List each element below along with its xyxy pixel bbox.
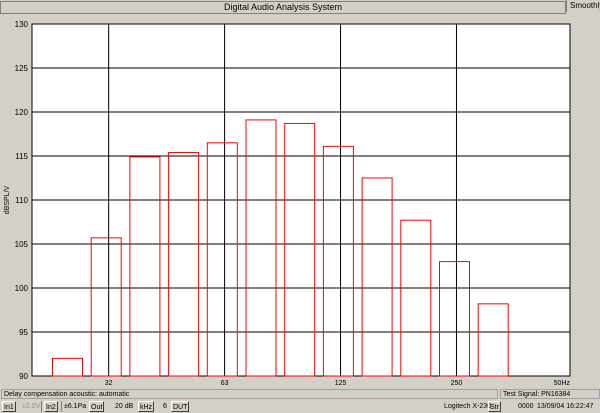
input1-level: ±2.0V: [22, 403, 41, 410]
y-tick-label: 90: [19, 372, 28, 381]
spectrum-chart: 90 95 100 105 110 115 120 125 130 32 63 125 250 50Hz…: [0, 14, 600, 388]
counter: 0000: [518, 403, 534, 410]
y-axis-label: dBSPL/V: [4, 185, 11, 214]
status-bar: Delay compensation acoustic: automatic T…: [0, 389, 600, 399]
y-tick-label: 115: [15, 152, 28, 161]
toolbar-separator: [61, 401, 62, 412]
x-tick-label: 32: [105, 380, 113, 387]
y-tick-label: 125: [15, 64, 29, 73]
test-signal-label: Test Signal: PN16384: [500, 389, 600, 399]
y-tick-label: 100: [15, 284, 29, 293]
y-tick-label: 95: [19, 328, 28, 337]
x-tick-label: 125: [335, 380, 347, 387]
chart-svg: 90 95 100 105 110 115 120 125 130 32 63 125 250 50Hz…: [0, 14, 600, 388]
y-tick-label: 130: [15, 20, 29, 29]
y-tick-label: 105: [15, 240, 29, 249]
smoothly-button[interactable]: Smoothly: [566, 0, 600, 12]
bottom-toolbar: In1 ±2.0V In2 ±6.1Pa Out 20 dB kHz 6 DUT…: [0, 400, 600, 413]
channel-number: 6: [163, 403, 167, 410]
in2-button[interactable]: In2: [44, 401, 58, 412]
status-message: Delay compensation acoustic: automatic: [1, 389, 498, 399]
str-button[interactable]: Str: [488, 401, 501, 412]
x-tick-label: 63: [221, 380, 229, 387]
y-tick-label: 110: [15, 196, 28, 205]
x-tick-label: 50Hz: [554, 380, 571, 387]
dut-button[interactable]: DUT: [171, 401, 190, 412]
y-tick-label: 120: [15, 108, 29, 117]
window-title: Digital Audio Analysis System: [0, 1, 566, 14]
khz-button[interactable]: kHz: [138, 401, 155, 412]
title-bar: Digital Audio Analysis System Smoothly: [0, 0, 600, 14]
db-range: 20 dB: [115, 403, 134, 410]
toolbar-separator: [41, 401, 42, 412]
device-name: Logitech X-230: [444, 403, 492, 410]
x-tick-label: 250: [451, 380, 463, 387]
pressure-range: ±6.1Pa: [64, 403, 87, 410]
datetime: 13/09/04 16:22:47: [537, 403, 594, 410]
in1-button[interactable]: In1: [2, 401, 16, 412]
out-button[interactable]: Out: [89, 401, 105, 412]
